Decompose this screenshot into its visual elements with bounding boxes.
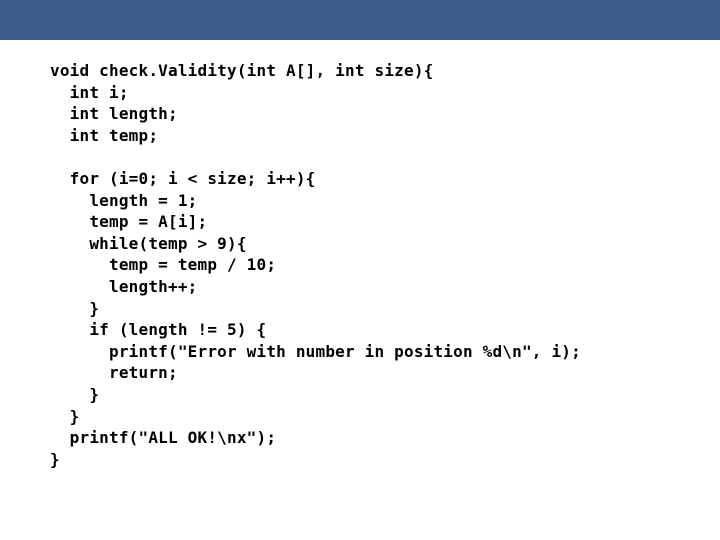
slide-header-bar: [0, 0, 720, 40]
code-content: void check.Validity(int A[], int size){ …: [50, 61, 581, 469]
code-block: void check.Validity(int A[], int size){ …: [0, 40, 720, 490]
